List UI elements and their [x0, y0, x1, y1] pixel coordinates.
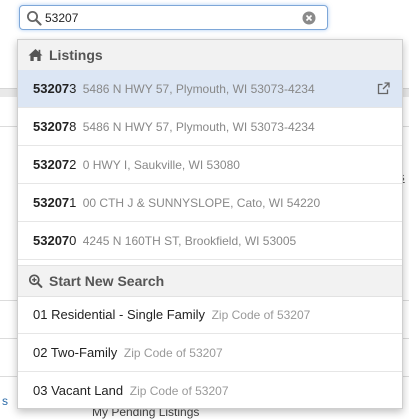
- mls-number-rest: 1: [69, 195, 77, 210]
- search-input[interactable]: 53207: [19, 5, 328, 30]
- listing-address: 0 HWY I, Saukville, WI 53080: [82, 158, 240, 172]
- search-criteria-hint: Zip Code of 53207: [211, 308, 311, 322]
- listings-section-header: Listings: [18, 40, 402, 71]
- new-search-section-header: Start New Search: [18, 265, 402, 297]
- clear-icon[interactable]: [302, 11, 316, 25]
- search-suggestions-dropdown: Listings 532073 5486 N HWY 57, Plymouth,…: [17, 39, 403, 409]
- new-search-section-title: Start New Search: [49, 273, 165, 289]
- listing-address: 00 CTH J & SUNNYSLOPE, Cato, WI 54220: [82, 196, 321, 210]
- mls-number-match: 53207: [33, 81, 70, 96]
- new-search-option[interactable]: 02 Two-Family Zip Code of 53207: [18, 334, 402, 372]
- search-icon: [27, 11, 42, 26]
- listing-item[interactable]: 532073 5486 N HWY 57, Plymouth, WI 53073…: [18, 70, 402, 108]
- listing-item[interactable]: 532078 5486 N HWY 57, Plymouth, WI 53073…: [18, 108, 402, 146]
- search-criteria-hint: Zip Code of 53207: [123, 346, 223, 360]
- mls-number-rest: 3: [69, 81, 77, 96]
- new-search-option[interactable]: 01 Residential - Single Family Zip Code …: [18, 296, 402, 334]
- listing-address: 5486 N HWY 57, Plymouth, WI 53073-4234: [82, 82, 315, 96]
- listing-item[interactable]: 532071 00 CTH J & SUNNYSLOPE, Cato, WI 5…: [18, 184, 402, 222]
- mls-number-rest: 0: [69, 233, 77, 248]
- zoom-in-icon: [28, 274, 43, 288]
- search-input-value[interactable]: 53207: [45, 11, 78, 25]
- mls-number-rest: 2: [69, 157, 77, 172]
- listings-section-title: Listings: [49, 47, 103, 63]
- listing-address: 4245 N 160TH ST, Brookfield, WI 53005: [82, 234, 297, 248]
- new-search-option[interactable]: 03 Vacant Land Zip Code of 53207: [18, 372, 402, 410]
- mls-number-match: 53207: [33, 157, 70, 172]
- home-icon: [28, 49, 43, 61]
- mls-number-match: 53207: [33, 233, 70, 248]
- external-link-icon[interactable]: [377, 82, 390, 95]
- mls-number-match: 53207: [33, 195, 70, 210]
- listing-item[interactable]: 532072 0 HWY I, Saukville, WI 53080: [18, 146, 402, 184]
- property-type-label: 02 Two-Family: [33, 345, 118, 360]
- listing-address: 5486 N HWY 57, Plymouth, WI 53073-4234: [82, 120, 315, 134]
- search-criteria-hint: Zip Code of 53207: [129, 384, 229, 398]
- background-fragment: s: [2, 394, 8, 408]
- mls-number-rest: 8: [69, 119, 77, 134]
- property-type-label: 01 Residential - Single Family: [33, 307, 205, 322]
- mls-number-match: 53207: [33, 119, 70, 134]
- listing-item[interactable]: 532070 4245 N 160TH ST, Brookfield, WI 5…: [18, 222, 402, 260]
- property-type-label: 03 Vacant Land: [33, 383, 124, 398]
